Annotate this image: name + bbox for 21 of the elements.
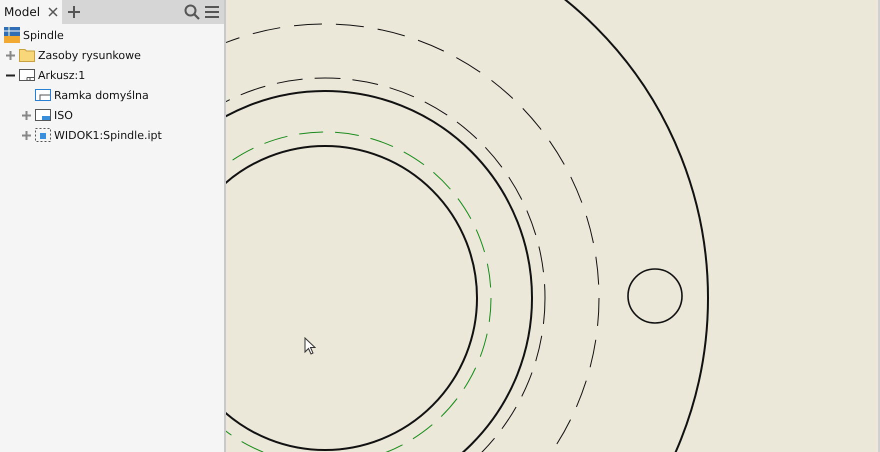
tree-item[interactable]: Zasoby rysunkowe: [38, 48, 141, 62]
add-icon[interactable]: [68, 6, 80, 18]
folder-icon: [19, 47, 35, 63]
tree-item[interactable]: Spindle: [23, 28, 64, 42]
search-icon[interactable]: [184, 4, 200, 20]
view-icon: [35, 127, 51, 143]
menu-icon[interactable]: [204, 4, 220, 20]
model-tab[interactable]: Model: [0, 0, 62, 24]
expand-icon[interactable]: [22, 130, 30, 140]
title-block-icon: [35, 107, 51, 123]
sheet-icon: [19, 67, 35, 83]
tree-item[interactable]: Ramka domyślna: [54, 88, 149, 102]
expand-icon[interactable]: [22, 110, 30, 120]
tree-item[interactable]: WIDOK1:Spindle.ipt: [54, 128, 162, 142]
expand-icon[interactable]: [6, 50, 14, 60]
tree-item[interactable]: Arkusz:1: [38, 68, 86, 82]
border-icon: [35, 87, 51, 103]
close-icon[interactable]: [48, 7, 58, 17]
drawing-icon: [4, 27, 20, 43]
tree-item[interactable]: ISO: [54, 108, 73, 122]
pointer-icon: [304, 337, 316, 355]
